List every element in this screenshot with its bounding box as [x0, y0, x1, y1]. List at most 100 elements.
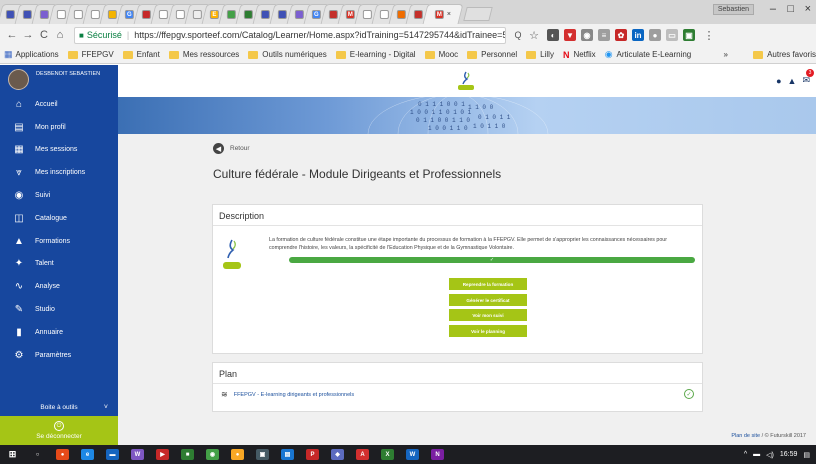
- taskbar-app-icon[interactable]: A: [356, 449, 369, 460]
- bookmark-item[interactable]: FFEPGV: [67, 50, 114, 59]
- logout-button[interactable]: ⏻ Se déconnecter: [0, 416, 118, 445]
- resume-training-button[interactable]: Reprendre la formation: [449, 278, 527, 290]
- battery-icon[interactable]: ▬: [753, 451, 760, 458]
- reload-icon[interactable]: C: [36, 29, 52, 41]
- articulate-icon: ◉: [604, 49, 613, 59]
- taskbar-app-icon[interactable]: W: [406, 449, 419, 460]
- bookmark-star-icon[interactable]: ☆: [526, 29, 542, 42]
- sidebar-item-param-tres[interactable]: ⚙ Paramètres: [0, 344, 118, 367]
- taskbar-app-icon[interactable]: e: [81, 449, 94, 460]
- notification-badge: 3: [806, 69, 814, 77]
- close-window-button[interactable]: ×: [805, 3, 811, 15]
- gear-icon: ⚙: [14, 349, 24, 361]
- bookmark-item[interactable]: Lilly: [526, 50, 554, 59]
- extension-icon[interactable]: ◉: [581, 29, 593, 41]
- address-bar[interactable]: ■ Sécurisé | https://ffepgv.sporteef.com…: [74, 26, 506, 44]
- taskbar-app-icon[interactable]: ▤: [281, 449, 294, 460]
- back-link[interactable]: ◀ Retour: [213, 143, 250, 154]
- messages-icon[interactable]: ✉ 3: [802, 69, 814, 86]
- sidebar-item-accueil[interactable]: ⌂ Accueil: [0, 93, 118, 116]
- sidebar-item-studio[interactable]: ✎ Studio: [0, 298, 118, 321]
- bookmark-item[interactable]: Mooc: [424, 50, 458, 59]
- taskbar-app-icon[interactable]: P: [306, 449, 319, 460]
- ffepgv-logo[interactable]: [455, 70, 477, 92]
- windows-start-icon[interactable]: ⊞: [6, 449, 19, 460]
- users-icon[interactable]: ●: [776, 76, 781, 86]
- plan-item-label[interactable]: FFEPGV - E-learning dirigeants et profes…: [234, 392, 354, 398]
- taskbar-app-icon[interactable]: ○: [31, 449, 44, 460]
- extension-icon[interactable]: ▣: [683, 29, 695, 41]
- bookmark-item[interactable]: ◉ Articulate E-Learning: [605, 49, 692, 60]
- taskbar-app-icon[interactable]: ●: [231, 449, 244, 460]
- sitemap-link[interactable]: Plan de site: [731, 433, 760, 439]
- home-icon[interactable]: ⌂: [52, 29, 68, 41]
- extension-icon[interactable]: ◐: [547, 29, 559, 41]
- tray-arrow-icon[interactable]: ^: [744, 451, 747, 458]
- extension-icon[interactable]: ●: [649, 29, 661, 41]
- sidebar-item-analyse[interactable]: ∿ Analyse: [0, 275, 118, 298]
- sidebar-item-catalogue[interactable]: ◫ Catalogue: [0, 207, 118, 230]
- sidebar-item-mes-inscriptions[interactable]: ⩔ Mes inscriptions: [0, 161, 118, 184]
- bookmark-label: Personnel: [481, 50, 518, 59]
- sidebar-item-mon-profil[interactable]: ▤ Mon profil: [0, 116, 118, 139]
- tab-favicon-icon: [396, 10, 406, 19]
- bookmark-item[interactable]: Mes ressources: [168, 50, 239, 59]
- user-box[interactable]: DESBENOIT Sebastien: [0, 65, 118, 93]
- taskbar-app-icon[interactable]: ◆: [331, 449, 344, 460]
- sidebar-item-label: Accueil: [35, 100, 58, 108]
- taskbar-app-icon[interactable]: W: [131, 449, 144, 460]
- user-settings-icon[interactable]: ▲: [788, 76, 797, 86]
- more-bookmarks-icon[interactable]: »: [724, 50, 728, 59]
- bookmark-item[interactable]: ▦ Applications: [4, 49, 59, 60]
- bookmark-item[interactable]: N Netflix: [563, 50, 596, 60]
- toolbox-button[interactable]: Boite à outils ˅: [0, 398, 118, 416]
- bookmark-item[interactable]: Enfant: [122, 50, 160, 59]
- extensions-area: ◐ ▼ ◉ ≡ ✿ in ● ▭ ▣: [542, 29, 695, 41]
- restore-button[interactable]: □: [787, 3, 794, 15]
- view-planning-button[interactable]: Voir le planning: [449, 325, 527, 337]
- extension-icon[interactable]: in: [632, 29, 644, 41]
- view-progress-button[interactable]: Voir mon suivi: [449, 309, 527, 321]
- bookmark-item[interactable]: Personnel: [467, 50, 517, 59]
- back-label: Retour: [230, 145, 250, 152]
- volume-icon[interactable]: ◁): [766, 451, 774, 459]
- sidebar-item-mes-sessions[interactable]: ▦ Mes sessions: [0, 139, 118, 162]
- sidebar-item-formations[interactable]: ▲ Formations: [0, 230, 118, 253]
- search-icon[interactable]: Q: [510, 30, 526, 40]
- sidebar-item-suivi[interactable]: ◉ Suivi: [0, 184, 118, 207]
- new-tab-button[interactable]: [463, 7, 493, 21]
- bookmark-item[interactable]: Outils numériques: [248, 50, 327, 59]
- tab-close-icon[interactable]: ×: [447, 11, 451, 18]
- taskbar-app-icon[interactable]: ▬: [106, 449, 119, 460]
- back-arrow-icon[interactable]: ←: [4, 29, 20, 41]
- extension-icon[interactable]: ≡: [598, 29, 610, 41]
- notification-center-icon[interactable]: ▤: [803, 451, 810, 459]
- extension-icon[interactable]: ▭: [666, 29, 678, 41]
- taskbar-app-icon[interactable]: ◉: [206, 449, 219, 460]
- other-bookmarks[interactable]: Autres favoris: [753, 50, 816, 59]
- browser-menu-icon[interactable]: ⋮: [701, 29, 717, 42]
- taskbar-app-icon[interactable]: ■: [181, 449, 194, 460]
- tab-favicon-icon: [226, 10, 236, 19]
- taskbar-app-icon[interactable]: ▣: [256, 449, 269, 460]
- browser-tab[interactable]: M ×: [422, 4, 464, 24]
- extension-icon[interactable]: ▼: [564, 29, 576, 41]
- window-user-badge[interactable]: Sebastien: [712, 4, 754, 15]
- pencil-icon: ✎: [14, 304, 24, 316]
- plan-item[interactable]: ≋ FFEPGV - E-learning dirigeants et prof…: [221, 390, 354, 399]
- sidebar-item-talent[interactable]: ✦ Talent: [0, 253, 118, 276]
- bookmark-label: Netflix: [573, 50, 596, 59]
- forward-arrow-icon[interactable]: →: [20, 29, 36, 41]
- system-tray: ^ ▬ ◁) 16:59 ▤: [738, 445, 810, 464]
- taskbar-app-icon[interactable]: X: [381, 449, 394, 460]
- generate-certificate-button[interactable]: Générer le certificat: [449, 294, 527, 306]
- taskbar-app-icon[interactable]: ▶: [156, 449, 169, 460]
- taskbar-app-icon[interactable]: N: [431, 449, 444, 460]
- extension-icon[interactable]: ✿: [615, 29, 627, 41]
- avatar[interactable]: [8, 69, 29, 90]
- minimize-button[interactable]: –: [770, 3, 776, 15]
- bookmark-item[interactable]: E-learning - Digital: [335, 50, 416, 59]
- taskbar-app-icon[interactable]: ●: [56, 449, 69, 460]
- clock[interactable]: 16:59: [780, 451, 798, 458]
- sidebar-item-annuaire[interactable]: ▮ Annuaire: [0, 321, 118, 344]
